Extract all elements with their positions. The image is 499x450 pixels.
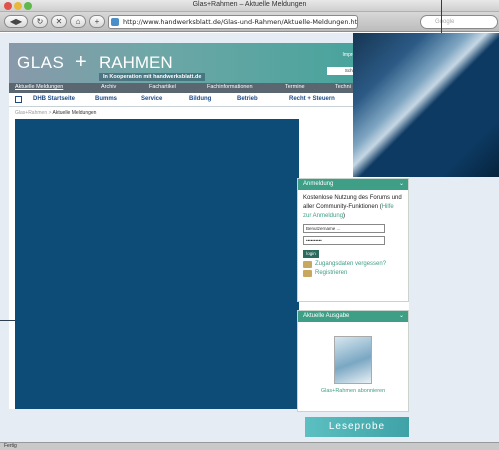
plus-icon: +: [94, 17, 100, 26]
subnav-dhb-startseite[interactable]: DHB Startseite: [33, 96, 75, 102]
current-issue-header[interactable]: Aktuelle Ausgabe ⌄: [298, 311, 408, 322]
login-description: Kostenlose Nutzung des Forums und aller …: [298, 190, 408, 221]
username-field[interactable]: Benutzername ...: [303, 224, 385, 233]
subnav-betrieb[interactable]: Betrieb: [237, 96, 258, 102]
main-content-block: [15, 119, 299, 409]
chevron-down-icon: ⌄: [398, 181, 404, 187]
register-link[interactable]: Registrieren: [298, 267, 408, 277]
subnav-bildung[interactable]: Bildung: [189, 96, 211, 102]
add-bookmark-button[interactable]: +: [89, 15, 105, 28]
login-text-post: ): [343, 213, 346, 219]
home-button[interactable]: ⌂: [70, 15, 86, 28]
login-box: Anmeldung ⌄ Kostenlose Nutzung des Forum…: [297, 178, 409, 302]
forward-arrow-icon: ▶: [16, 17, 23, 26]
subnav-recht-steuern[interactable]: Recht + Steuern: [289, 96, 335, 102]
nav-aktuelle-meldungen[interactable]: Aktuelle Meldungen: [15, 84, 63, 90]
breadcrumb: Glas+Rahmen > Aktuelle Meldungen: [15, 110, 96, 116]
subnav-service[interactable]: Service: [141, 96, 162, 102]
status-bar: Fertig: [0, 442, 499, 450]
magazine-cover-image[interactable]: [334, 336, 372, 384]
password-field[interactable]: ••••••••••: [303, 236, 385, 245]
pencil-icon: [303, 270, 312, 277]
browser-toolbar: ◀▶ ↻ ✕ ⌂ + http://www.handwerksblatt.de/…: [0, 12, 499, 32]
window-titlebar: Glas+Rahmen – Aktuelle Meldungen: [0, 0, 499, 12]
annotation-line-horizontal: [0, 320, 15, 321]
subscribe-link[interactable]: Glas+Rahmen abonnieren: [298, 388, 408, 394]
window-title: Glas+Rahmen – Aktuelle Meldungen: [192, 1, 307, 8]
back-forward-button[interactable]: ◀▶: [4, 15, 28, 28]
main-navigation: Aktuelle Meldungen Archiv Fachartikel Fa…: [9, 83, 409, 93]
current-issue-label: Aktuelle Ausgabe: [303, 313, 350, 319]
login-header[interactable]: Anmeldung ⌄: [298, 179, 408, 190]
subnav-bumms[interactable]: Bumms: [95, 96, 117, 102]
url-input[interactable]: http://www.handwerksblatt.de/Glas-und-Ra…: [108, 15, 358, 29]
breadcrumb-current: Aktuelle Meldungen: [52, 110, 97, 116]
login-header-label: Anmeldung: [303, 181, 334, 187]
search-placeholder: Google: [435, 19, 455, 25]
chevron-down-icon: ⌄: [398, 313, 404, 319]
site-header-banner: GLAS + RAHMEN In Kooperation mit handwer…: [9, 43, 409, 83]
grid-icon: [15, 96, 22, 103]
reload-button[interactable]: ↻: [32, 15, 48, 28]
forgot-credentials-link[interactable]: Zugangsdaten vergessen?: [298, 258, 408, 268]
nav-termine[interactable]: Termine: [285, 84, 305, 90]
stop-button[interactable]: ✕: [51, 15, 67, 28]
login-button[interactable]: login: [303, 250, 319, 258]
nav-fachartikel[interactable]: Fachartikel: [149, 84, 176, 90]
nav-technik[interactable]: Techni: [335, 84, 351, 90]
current-issue-box: Aktuelle Ausgabe ⌄ Glas+Rahmen abonniere…: [297, 310, 409, 412]
register-label: Registrieren: [315, 270, 348, 276]
url-text: http://www.handwerksblatt.de/Glas-und-Ra…: [123, 18, 358, 26]
sub-navigation: DHB Startseite Bumms Service Bildung Bet…: [9, 93, 409, 107]
breadcrumb-root[interactable]: Glas+Rahmen: [15, 110, 47, 116]
stop-icon: ✕: [55, 17, 63, 26]
site-favicon-icon: [111, 18, 119, 26]
logo-glas: GLAS: [17, 53, 65, 72]
search-input[interactable]: Google: [420, 15, 498, 29]
logo-rahmen: RAHMEN: [99, 53, 173, 72]
cooperation-label[interactable]: In Kooperation mit handwerksblatt.de: [99, 73, 206, 81]
gradient-overlay-graphic: [353, 33, 499, 177]
home-icon: ⌂: [75, 17, 81, 26]
logo-plus: +: [75, 51, 87, 73]
nav-fachinformationen[interactable]: Fachinformationen: [207, 84, 253, 90]
annotation-line-vertical: [441, 0, 442, 33]
nav-archiv[interactable]: Archiv: [101, 84, 116, 90]
reload-icon: ↻: [36, 17, 44, 26]
leseprobe-banner[interactable]: Leseprobe: [305, 417, 409, 437]
